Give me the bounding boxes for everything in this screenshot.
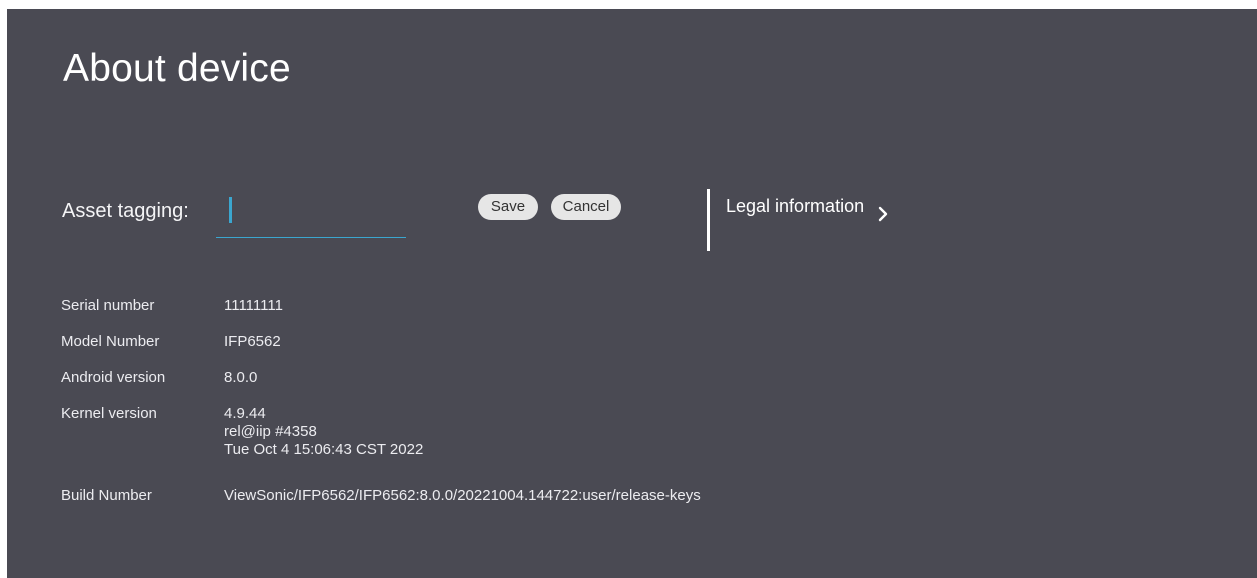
legal-divider <box>707 189 710 251</box>
asset-tagging-field[interactable] <box>216 189 406 238</box>
text-cursor <box>229 197 232 223</box>
info-value: ViewSonic/IFP6562/IFP6562:8.0.0/20221004… <box>224 487 701 504</box>
info-key: Serial number <box>61 297 155 314</box>
asset-tagging-label: Asset tagging: <box>62 200 189 222</box>
cancel-button[interactable]: Cancel <box>551 194 621 220</box>
legal-information-label: Legal information <box>726 196 865 216</box>
about-device-screen: About device Asset tagging: Save Cancel … <box>7 9 1257 578</box>
info-key: Model Number <box>61 333 160 350</box>
info-value: 11111111 <box>224 297 283 314</box>
chevron-right-icon <box>878 206 888 222</box>
info-value: 4.9.44 rel@iip #4358 Tue Oct 4 15:06:43 … <box>224 405 424 458</box>
info-value: IFP6562 <box>224 333 281 350</box>
page-title: About device <box>63 47 291 90</box>
info-value: 8.0.0 <box>224 369 258 386</box>
asset-tagging-input[interactable] <box>216 189 404 233</box>
info-key: Kernel version <box>61 405 157 422</box>
legal-information-item[interactable]: Legal information <box>726 195 896 245</box>
save-button[interactable]: Save <box>478 194 538 220</box>
info-key: Android version <box>61 369 166 386</box>
info-key: Build Number <box>61 487 152 504</box>
